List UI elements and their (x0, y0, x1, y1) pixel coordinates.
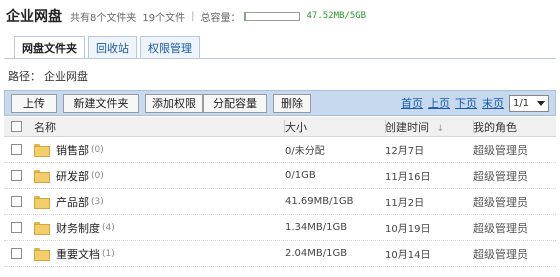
folder-size: 0/未分配 (285, 146, 325, 157)
folder-name-link[interactable]: 财务制度 (56, 220, 100, 236)
column-header-role: 我的角色 (473, 120, 517, 134)
column-header-created[interactable]: 创建时间 (385, 121, 429, 134)
page-title: 企业网盘 (6, 9, 62, 25)
folder-icon (34, 222, 50, 235)
column-divider (284, 120, 285, 133)
column-divider (473, 120, 474, 133)
table-row[interactable]: 研发部 (0) 0/1GB 11月16日 超级管理员 (4, 163, 556, 189)
select-all-checkbox[interactable] (10, 121, 22, 132)
table-header: 名称 大小 创建时间 ↓ 我的角色 (4, 117, 556, 137)
delete-button[interactable]: 删除 (273, 93, 311, 113)
pager: 首页 上页 下页 末页 1/1 (401, 94, 549, 112)
table-row[interactable]: 销售部 (0) 0/未分配 12月7日 超级管理员 (4, 137, 556, 163)
sort-desc-icon[interactable]: ↓ (437, 124, 445, 134)
row-checkbox[interactable] (10, 144, 22, 155)
path-value: 企业网盘 (44, 70, 88, 83)
quota-progress-fill (245, 12, 246, 20)
quota-text: 47.52MB/5GB (306, 11, 367, 21)
tab-recycle-bin[interactable]: 回收站 (88, 36, 137, 58)
tab-permissions[interactable]: 权限管理 (140, 36, 200, 58)
last-page-link[interactable]: 末页 (482, 95, 504, 111)
next-page-link[interactable]: 下页 (455, 95, 477, 111)
file-count: 19个文件 (142, 12, 186, 24)
tab-folders[interactable]: 网盘文件夹 (14, 36, 85, 59)
first-page-link[interactable]: 首页 (401, 95, 423, 111)
file-count-badge: (0) (91, 144, 104, 155)
folder-size: 1.34MB/1GB (285, 222, 348, 233)
folder-icon (34, 248, 50, 261)
upload-button[interactable]: 上传 (11, 93, 57, 113)
header-separator: | (191, 10, 195, 22)
created-date: 11月2日 (385, 198, 425, 209)
folder-name-link[interactable]: 重要文档 (56, 246, 100, 262)
page-select[interactable]: 1/1 (509, 94, 549, 112)
permission-button-group: 添加权限 分配容量 (145, 93, 267, 113)
role-label: 超级管理员 (473, 221, 528, 235)
toolbar: 上传 新建文件夹 添加权限 分配容量 删除 首页 上页 下页 末页 1/1 (4, 90, 556, 116)
created-date: 10月19日 (385, 224, 431, 235)
role-label: 超级管理员 (473, 247, 528, 261)
tab-divider (4, 58, 556, 59)
add-permission-button[interactable]: 添加权限 (145, 93, 203, 113)
file-count-badge: (1) (102, 248, 115, 259)
folder-count: 共有8个文件夹 (70, 12, 137, 24)
file-count-badge: (0) (91, 170, 104, 181)
table-row[interactable]: 财务制度 (4) 1.34MB/1GB 10月19日 超级管理员 (4, 215, 556, 241)
path-label: 路径： (8, 70, 41, 83)
page-select-value: 1/1 (513, 97, 530, 109)
header-bar: 企业网盘 共有8个文件夹 19个文件 | 总容量： 47.52MB/5GB (4, 4, 556, 28)
quota-progress-bar (244, 11, 301, 21)
file-table: 名称 大小 创建时间 ↓ 我的角色 销售部 (0) 0/未分配 12月7日 超级… (4, 117, 556, 267)
column-header-name[interactable]: 名称 (34, 119, 56, 135)
folder-icon (34, 144, 50, 157)
folder-icon (34, 196, 50, 209)
table-row[interactable]: 重要文档 (1) 2.04MB/1GB 10月14日 超级管理员 (4, 241, 556, 267)
row-checkbox[interactable] (10, 170, 22, 181)
folder-size: 41.69MB/1GB (285, 196, 354, 207)
created-date: 12月7日 (385, 146, 425, 157)
folder-name-link[interactable]: 销售部 (56, 142, 89, 158)
breadcrumb: 路径： 企业网盘 (4, 66, 556, 86)
chevron-down-icon (537, 100, 545, 106)
prev-page-link[interactable]: 上页 (428, 95, 450, 111)
tab-bar: 网盘文件夹 回收站 权限管理 (14, 36, 203, 59)
folder-name-link[interactable]: 产品部 (56, 194, 89, 210)
row-checkbox[interactable] (10, 248, 22, 259)
created-date: 11月16日 (385, 172, 431, 183)
column-header-size[interactable]: 大小 (285, 121, 307, 134)
file-count-badge: (3) (91, 196, 104, 207)
file-count-badge: (4) (102, 222, 115, 233)
table-row[interactable]: 产品部 (3) 41.69MB/1GB 11月2日 超级管理员 (4, 189, 556, 215)
row-checkbox[interactable] (10, 222, 22, 233)
role-label: 超级管理员 (473, 195, 528, 209)
assign-capacity-button[interactable]: 分配容量 (203, 93, 267, 113)
folder-icon (34, 170, 50, 183)
folder-name-link[interactable]: 研发部 (56, 168, 89, 184)
new-folder-button[interactable]: 新建文件夹 (63, 93, 139, 113)
created-date: 10月14日 (385, 250, 431, 261)
column-divider (385, 120, 386, 133)
role-label: 超级管理员 (473, 143, 528, 157)
folder-size: 0/1GB (285, 170, 316, 181)
folder-size: 2.04MB/1GB (285, 248, 348, 259)
role-label: 超级管理员 (473, 169, 528, 183)
row-checkbox[interactable] (10, 196, 22, 207)
quota-label: 总容量： (200, 12, 241, 24)
